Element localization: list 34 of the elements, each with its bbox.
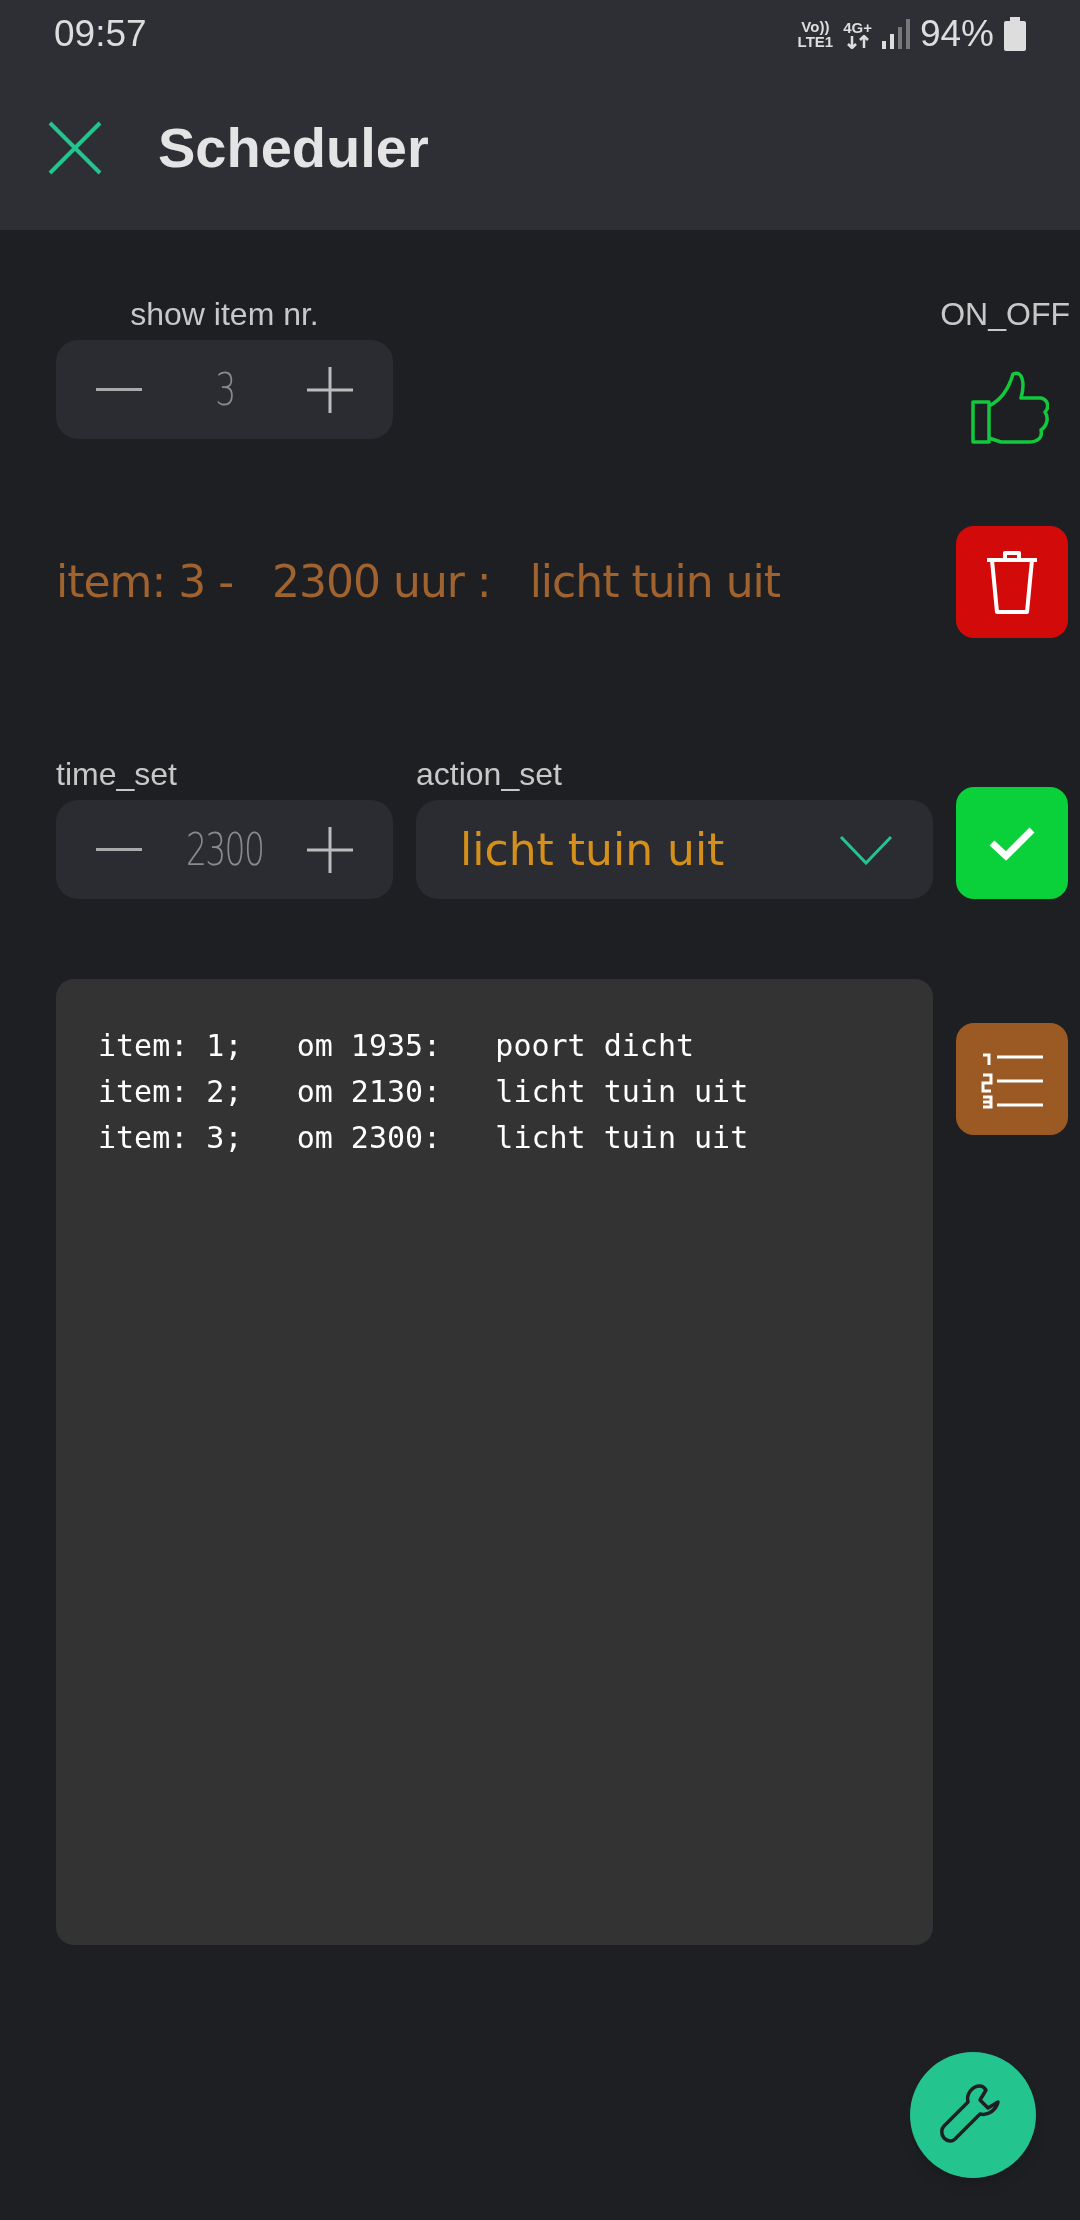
minus-icon[interactable] [96, 387, 142, 392]
minus-icon[interactable] [96, 847, 142, 852]
battery-text: 94% [919, 12, 994, 57]
clock-text: 09:57 [54, 12, 147, 57]
volte-text: Vo)) [801, 19, 830, 34]
delete-button[interactable] [956, 526, 1068, 638]
time-set-label: time_set [56, 755, 178, 794]
stepper-label: show item nr. [130, 295, 319, 334]
stepper-value: 2300 [185, 822, 264, 877]
thumbs-up-icon [971, 370, 1049, 446]
stepper-value: 3 [214, 362, 235, 417]
time-stepper[interactable]: 2300 [56, 800, 393, 899]
current-item-text: item: 3 - 2300 uur : licht tuin uit [56, 555, 780, 609]
close-icon[interactable] [48, 121, 102, 175]
toggle-label: ON_OFF [940, 295, 1070, 334]
terminal-line: item: 3; om 2300: licht tuin uit [98, 1119, 750, 1157]
terminal-line: item: 1; om 1935: poort dicht [98, 1027, 696, 1065]
battery-icon [1004, 17, 1026, 51]
chevron-down-icon [839, 834, 893, 865]
network-text: 4G+ [843, 19, 872, 35]
plus-icon[interactable] [307, 826, 353, 873]
lte-text: LTE1 [797, 34, 834, 49]
screen-title: Scheduler [158, 115, 429, 181]
plus-icon[interactable] [307, 366, 353, 413]
checkmark-icon [988, 825, 1036, 861]
data-arrows-icon [845, 34, 870, 49]
signal-icon [881, 19, 910, 49]
action-dropdown[interactable]: licht tuin uit [416, 800, 933, 899]
trash-icon [985, 550, 1039, 614]
action-set-label: action_set [416, 755, 563, 794]
confirm-button[interactable] [956, 787, 1068, 899]
item-stepper[interactable]: 3 [56, 340, 393, 439]
list-button[interactable] [956, 1023, 1068, 1135]
terminal-line: item: 2; om 2130: licht tuin uit [98, 1073, 750, 1111]
